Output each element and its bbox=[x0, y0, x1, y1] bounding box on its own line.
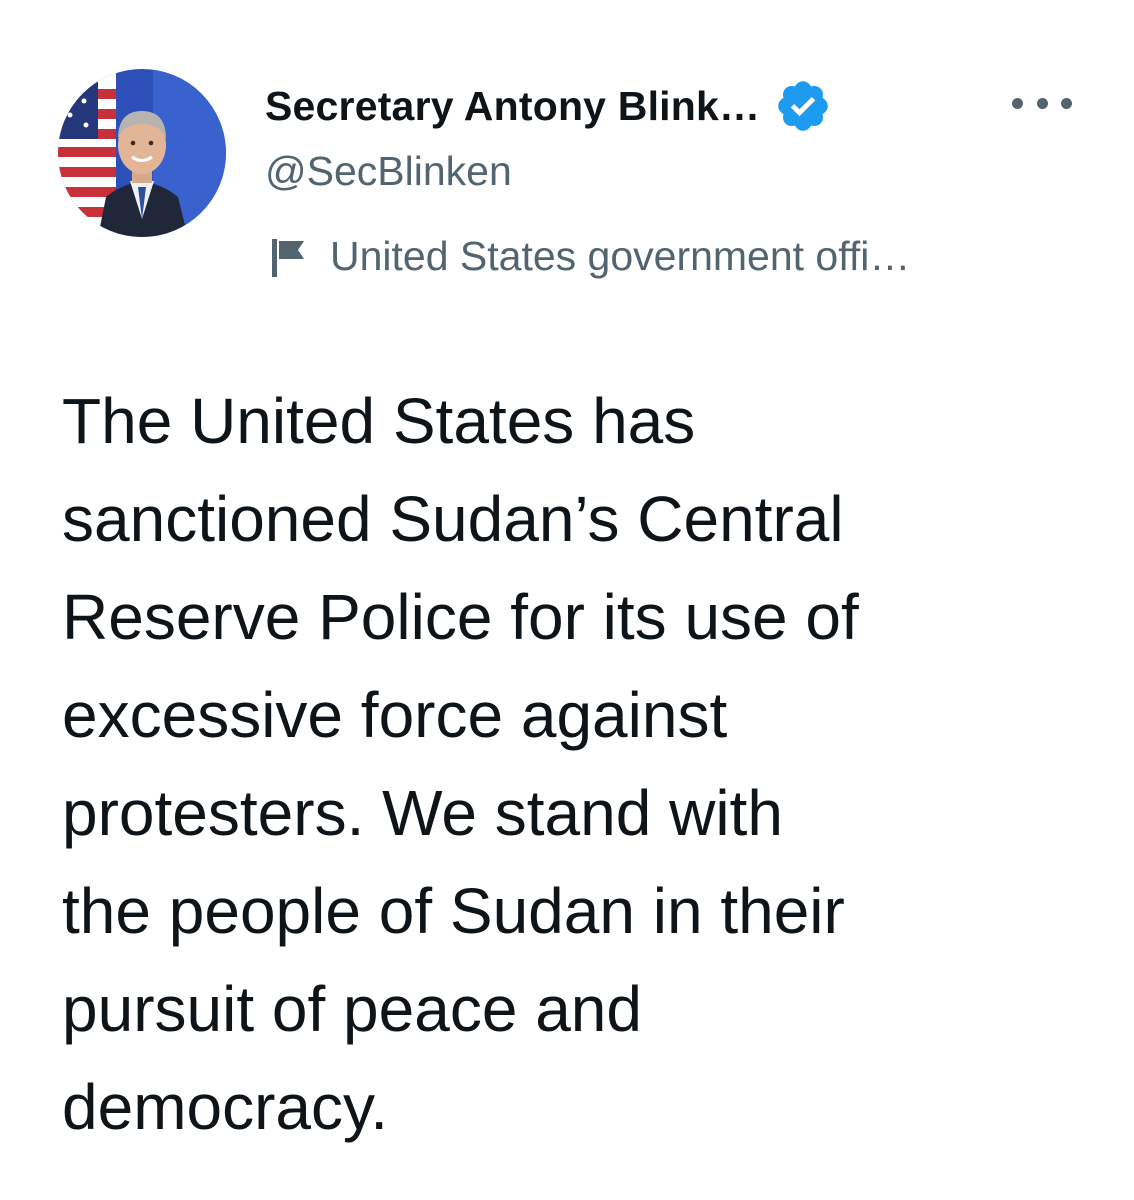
more-dot bbox=[1036, 97, 1048, 109]
author-display-name[interactable]: Secretary Antony Blink… bbox=[265, 83, 760, 130]
profile-photo bbox=[58, 69, 226, 237]
label-text: United States government offi… bbox=[330, 232, 911, 279]
more-options-icon[interactable] bbox=[1012, 88, 1072, 118]
more-dot bbox=[1012, 97, 1023, 109]
more-dot bbox=[1061, 97, 1072, 109]
avatar[interactable] bbox=[58, 69, 226, 237]
author-handle[interactable]: @SecBlinken bbox=[265, 148, 512, 195]
government-label[interactable]: United States government offi… bbox=[268, 228, 910, 284]
author-name-row: Secretary Antony Blink… bbox=[265, 80, 832, 132]
tweet-card[interactable]: Secretary Antony Blink… @SecBlinken Unit… bbox=[0, 0, 1134, 1200]
tweet-body: The United States has sanctioned Sudan’s… bbox=[62, 385, 859, 1143]
flag-icon bbox=[268, 233, 308, 279]
verified-badge-icon bbox=[774, 77, 832, 135]
